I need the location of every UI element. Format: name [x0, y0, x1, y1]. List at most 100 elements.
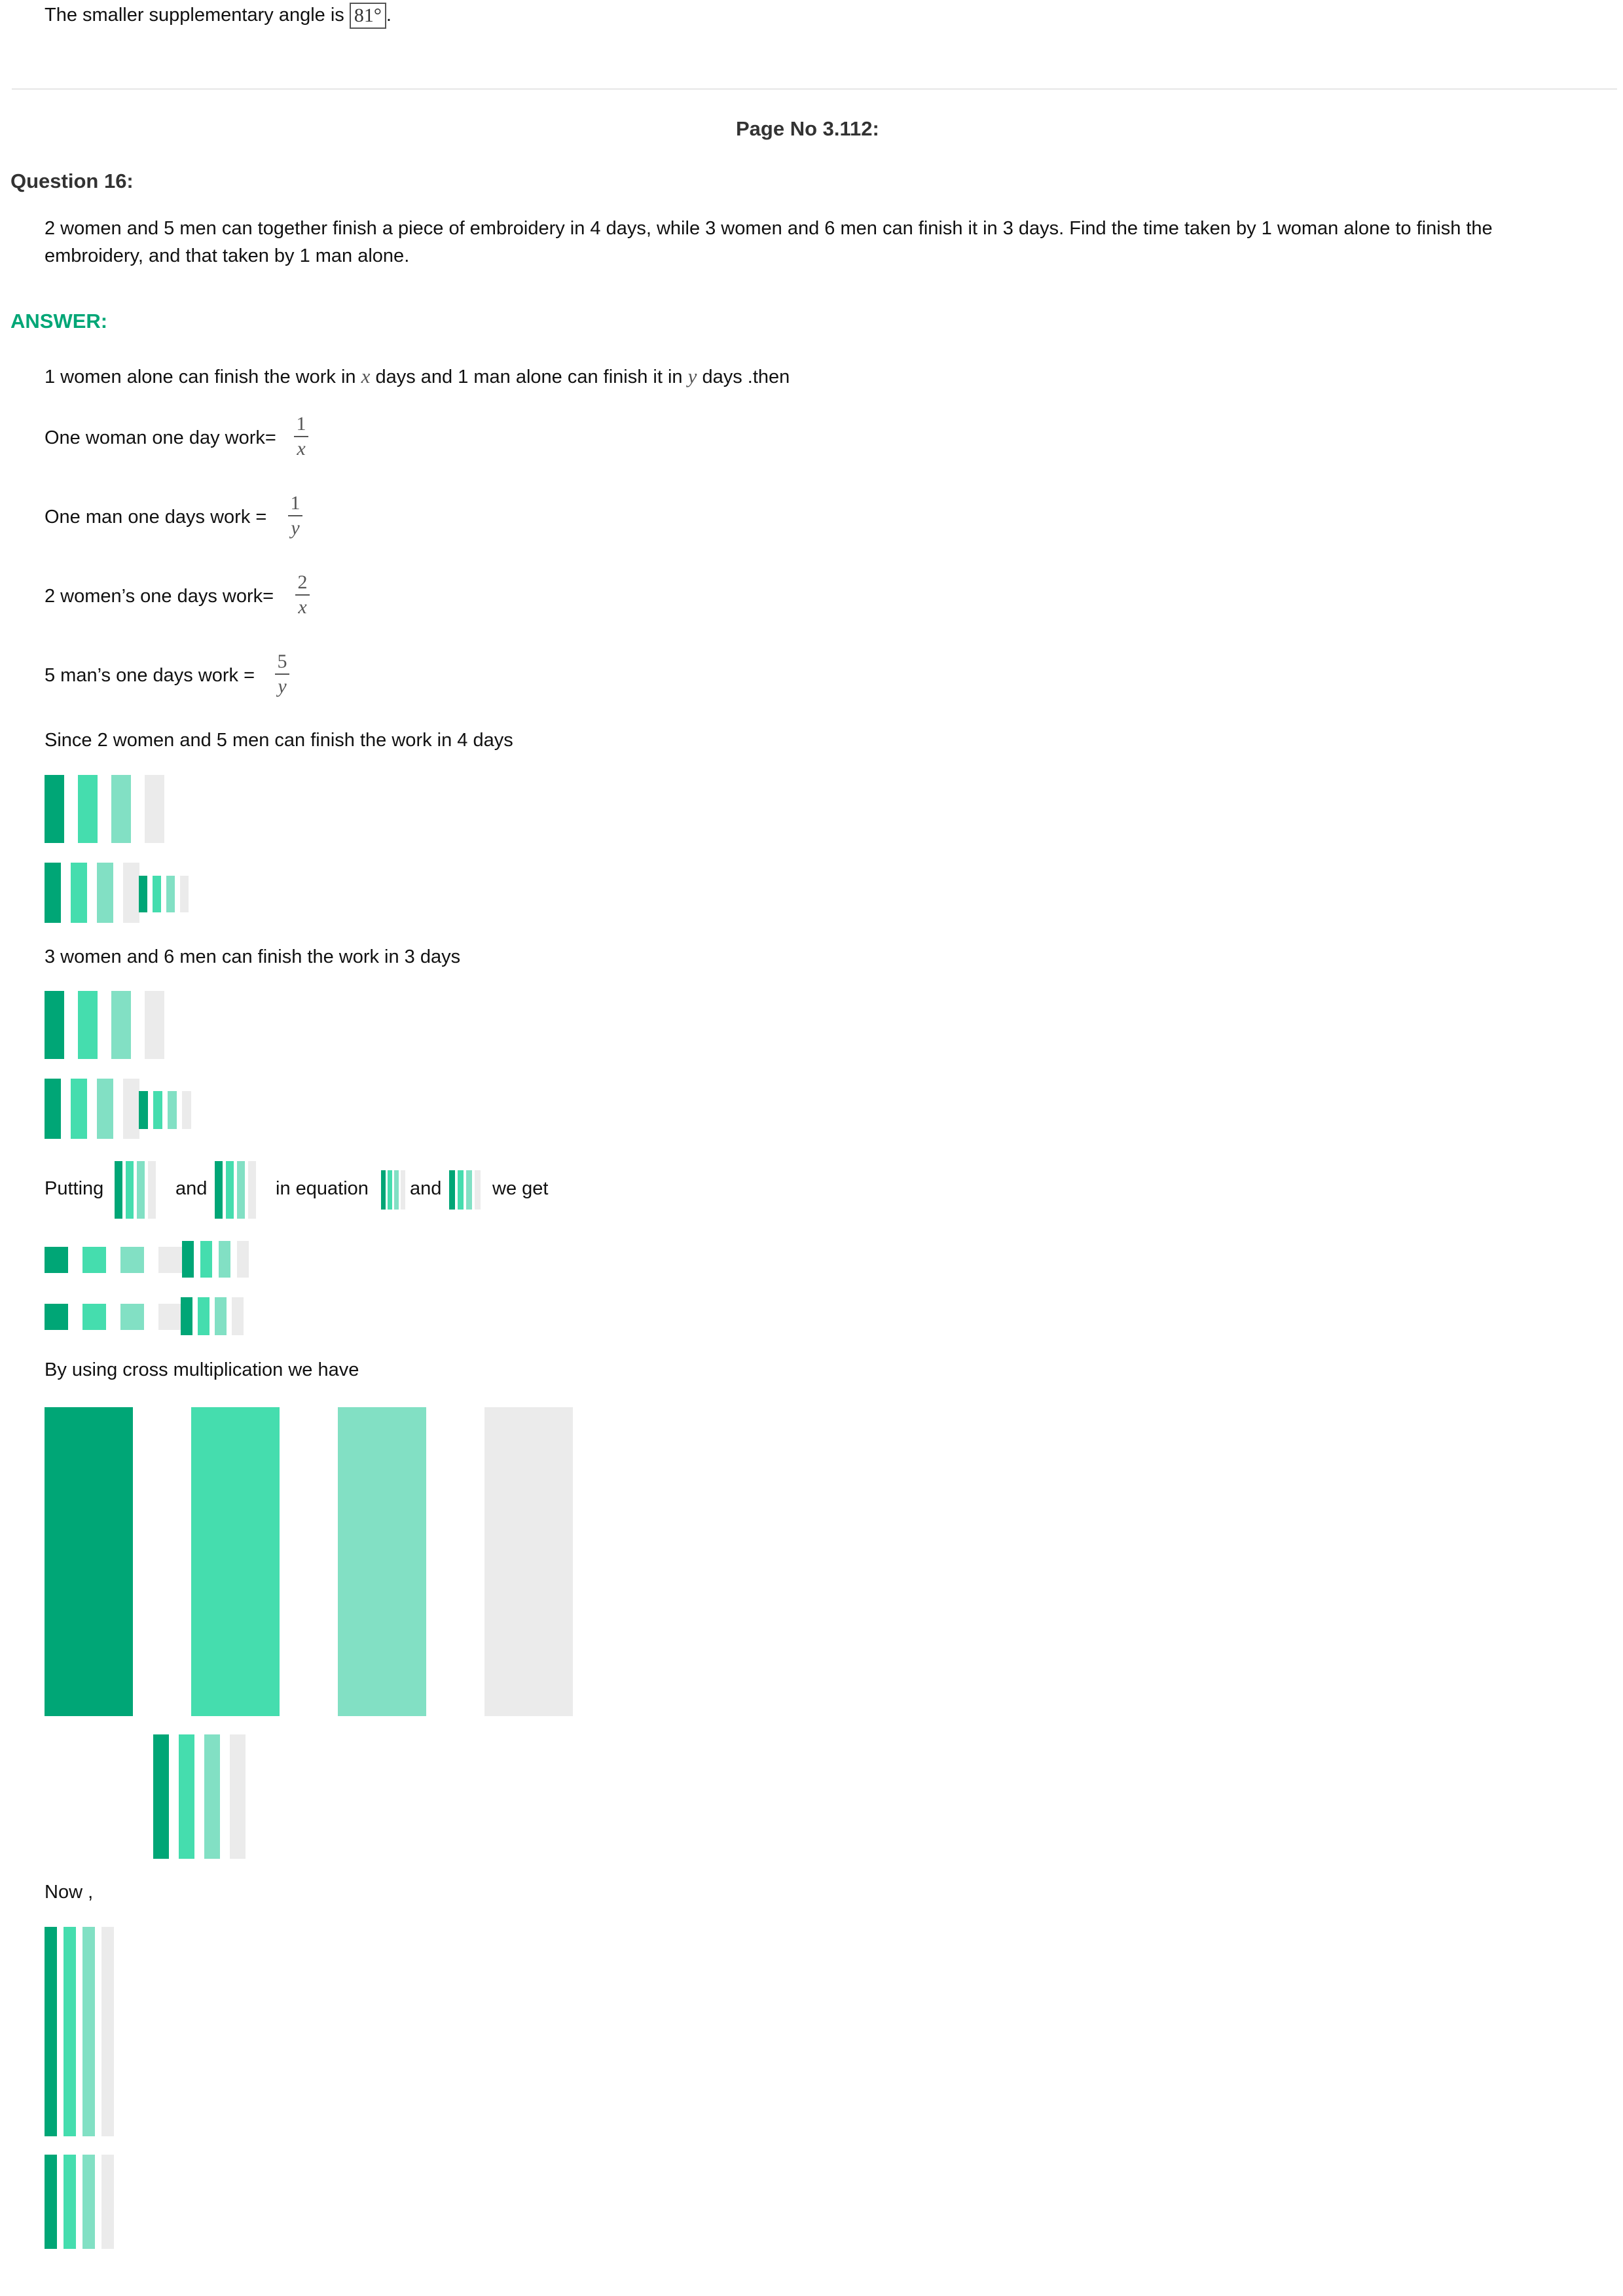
- placeholder-segment: [148, 1161, 156, 1219]
- placeholder-segment: [45, 1247, 68, 1273]
- man-one-day-fraction: 1 y: [288, 492, 302, 540]
- placeholder-segment: [394, 1170, 399, 1210]
- placeholder-segment: [204, 1734, 220, 1859]
- placeholder-segment: [215, 1297, 227, 1335]
- placeholder-segment: [153, 1091, 162, 1129]
- placeholder-segment: [123, 1079, 139, 1139]
- fraction-denominator: x: [297, 438, 306, 459]
- previous-answer-line: The smaller supplementary angle is 81°.: [45, 3, 392, 29]
- equation-placeholder: [45, 775, 164, 843]
- placeholder-segment: [64, 2155, 76, 2249]
- putting-word: Putting: [45, 1178, 104, 1199]
- placeholder-segment: [71, 1079, 87, 1139]
- placeholder-segment: [64, 1927, 76, 2136]
- placeholder-segment: [458, 1170, 464, 1210]
- placeholder-segment: [97, 1079, 113, 1139]
- equation-placeholder: [381, 1170, 405, 1210]
- since-second-text: 3 women and 6 men can finish the work in…: [45, 946, 461, 967]
- equation-placeholder: [45, 863, 139, 923]
- placeholder-segment: [139, 1091, 148, 1129]
- woman-one-day-label: One woman one day work=: [45, 427, 276, 448]
- equation-placeholder: [45, 1927, 114, 2136]
- fraction-denominator: x: [298, 596, 307, 618]
- man-one-day-label: One man one days work =: [45, 507, 267, 528]
- two-women-label: 2 women’s one days work=: [45, 586, 274, 607]
- placeholder-segment: [153, 1734, 169, 1859]
- placeholder-segment: [145, 775, 164, 843]
- since-first-text: Since 2 women and 5 men can finish the w…: [45, 730, 513, 751]
- placeholder-segment: [153, 876, 161, 912]
- placeholder-segment: [475, 1170, 481, 1210]
- equation-placeholder: [181, 1297, 244, 1335]
- placeholder-segment: [158, 1304, 182, 1330]
- placeholder-segment: [45, 1079, 61, 1139]
- question-text-line-1: 2 women and 5 men can together finish a …: [45, 218, 1493, 239]
- placeholder-segment: [45, 2155, 57, 2249]
- placeholder-segment: [101, 2155, 114, 2249]
- placeholder-segment: [198, 1297, 210, 1335]
- placeholder-segment: [120, 1304, 144, 1330]
- equation-placeholder: [215, 1161, 256, 1219]
- placeholder-segment: [401, 1170, 405, 1210]
- placeholder-segment: [237, 1241, 249, 1278]
- placeholder-segment: [191, 1407, 280, 1716]
- placeholder-segment: [71, 863, 87, 923]
- previous-answer-text: The smaller supplementary angle is: [45, 5, 344, 26]
- equation-placeholder: [139, 1091, 191, 1129]
- placeholder-segment: [219, 1241, 230, 1278]
- fraction-numerator: 1: [290, 492, 301, 514]
- placeholder-segment: [215, 1161, 223, 1219]
- placeholder-segment: [166, 876, 175, 912]
- cross-multiplication-text: By using cross multiplication we have: [45, 1359, 359, 1380]
- variable-x: x: [361, 365, 371, 387]
- equation-placeholder: [115, 1161, 156, 1219]
- previous-answer-period: .: [386, 5, 392, 26]
- fraction-denominator: y: [291, 517, 300, 539]
- intro-part-2: days and 1 man alone can finish it in: [375, 367, 683, 387]
- placeholder-segment: [180, 876, 189, 912]
- intro-part-1: 1 women alone can finish the work in: [45, 367, 356, 387]
- placeholder-segment: [145, 991, 164, 1059]
- two-women-fraction: 2 x: [295, 571, 310, 619]
- placeholder-segment: [388, 1170, 392, 1210]
- placeholder-segment: [200, 1241, 212, 1278]
- placeholder-segment: [168, 1091, 177, 1129]
- placeholder-segment: [45, 991, 64, 1059]
- equation-placeholder: [45, 991, 164, 1059]
- five-men-label: 5 man’s one days work =: [45, 665, 255, 686]
- intro-sentence: 1 women alone can finish the work in x d…: [45, 364, 790, 389]
- placeholder-segment: [232, 1297, 244, 1335]
- placeholder-segment: [45, 775, 64, 843]
- page-heading: Page No 3.112:: [736, 117, 879, 140]
- placeholder-segment: [248, 1161, 256, 1219]
- placeholder-segment: [179, 1734, 194, 1859]
- placeholder-segment: [126, 1161, 134, 1219]
- placeholder-segment: [82, 1304, 106, 1330]
- placeholder-segment: [137, 1161, 145, 1219]
- equation-placeholder: [153, 1734, 246, 1859]
- placeholder-segment: [45, 1927, 57, 2136]
- fraction-numerator: 5: [277, 651, 287, 672]
- placeholder-segment: [45, 1407, 133, 1716]
- placeholder-segment: [111, 991, 131, 1059]
- equation-placeholder: [139, 876, 189, 912]
- placeholder-segment: [78, 775, 98, 843]
- placeholder-segment: [115, 1161, 122, 1219]
- fraction-numerator: 1: [296, 413, 306, 435]
- placeholder-segment: [381, 1170, 386, 1210]
- equation-placeholder: [45, 2155, 114, 2249]
- placeholder-segment: [45, 1304, 68, 1330]
- answer-label: ANSWER:: [10, 310, 108, 332]
- placeholder-segment: [139, 876, 147, 912]
- placeholder-segment: [338, 1407, 426, 1716]
- placeholder-segment: [484, 1407, 573, 1716]
- intro-part-3: days .then: [702, 367, 790, 387]
- placeholder-segment: [45, 863, 61, 923]
- putting-and-2: and: [410, 1178, 442, 1199]
- equation-placeholder: [45, 1079, 139, 1139]
- question-label: Question 16:: [10, 170, 134, 192]
- placeholder-segment: [182, 1241, 194, 1278]
- placeholder-segment: [111, 775, 131, 843]
- placeholder-segment: [82, 2155, 95, 2249]
- placeholder-segment: [101, 1927, 114, 2136]
